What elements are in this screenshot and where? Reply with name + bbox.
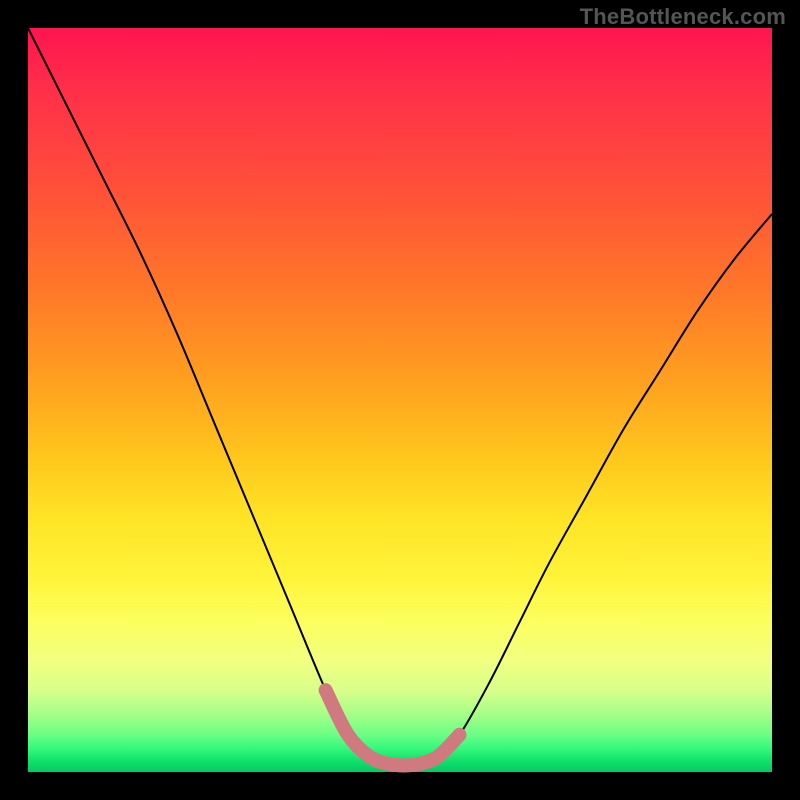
curve-svg — [28, 28, 772, 772]
optimal-zone-marker — [326, 690, 460, 765]
chart-frame: TheBottleneck.com — [0, 0, 800, 800]
watermark-label: TheBottleneck.com — [580, 4, 786, 30]
bottleneck-curve — [28, 28, 772, 765]
plot-area — [28, 28, 772, 772]
